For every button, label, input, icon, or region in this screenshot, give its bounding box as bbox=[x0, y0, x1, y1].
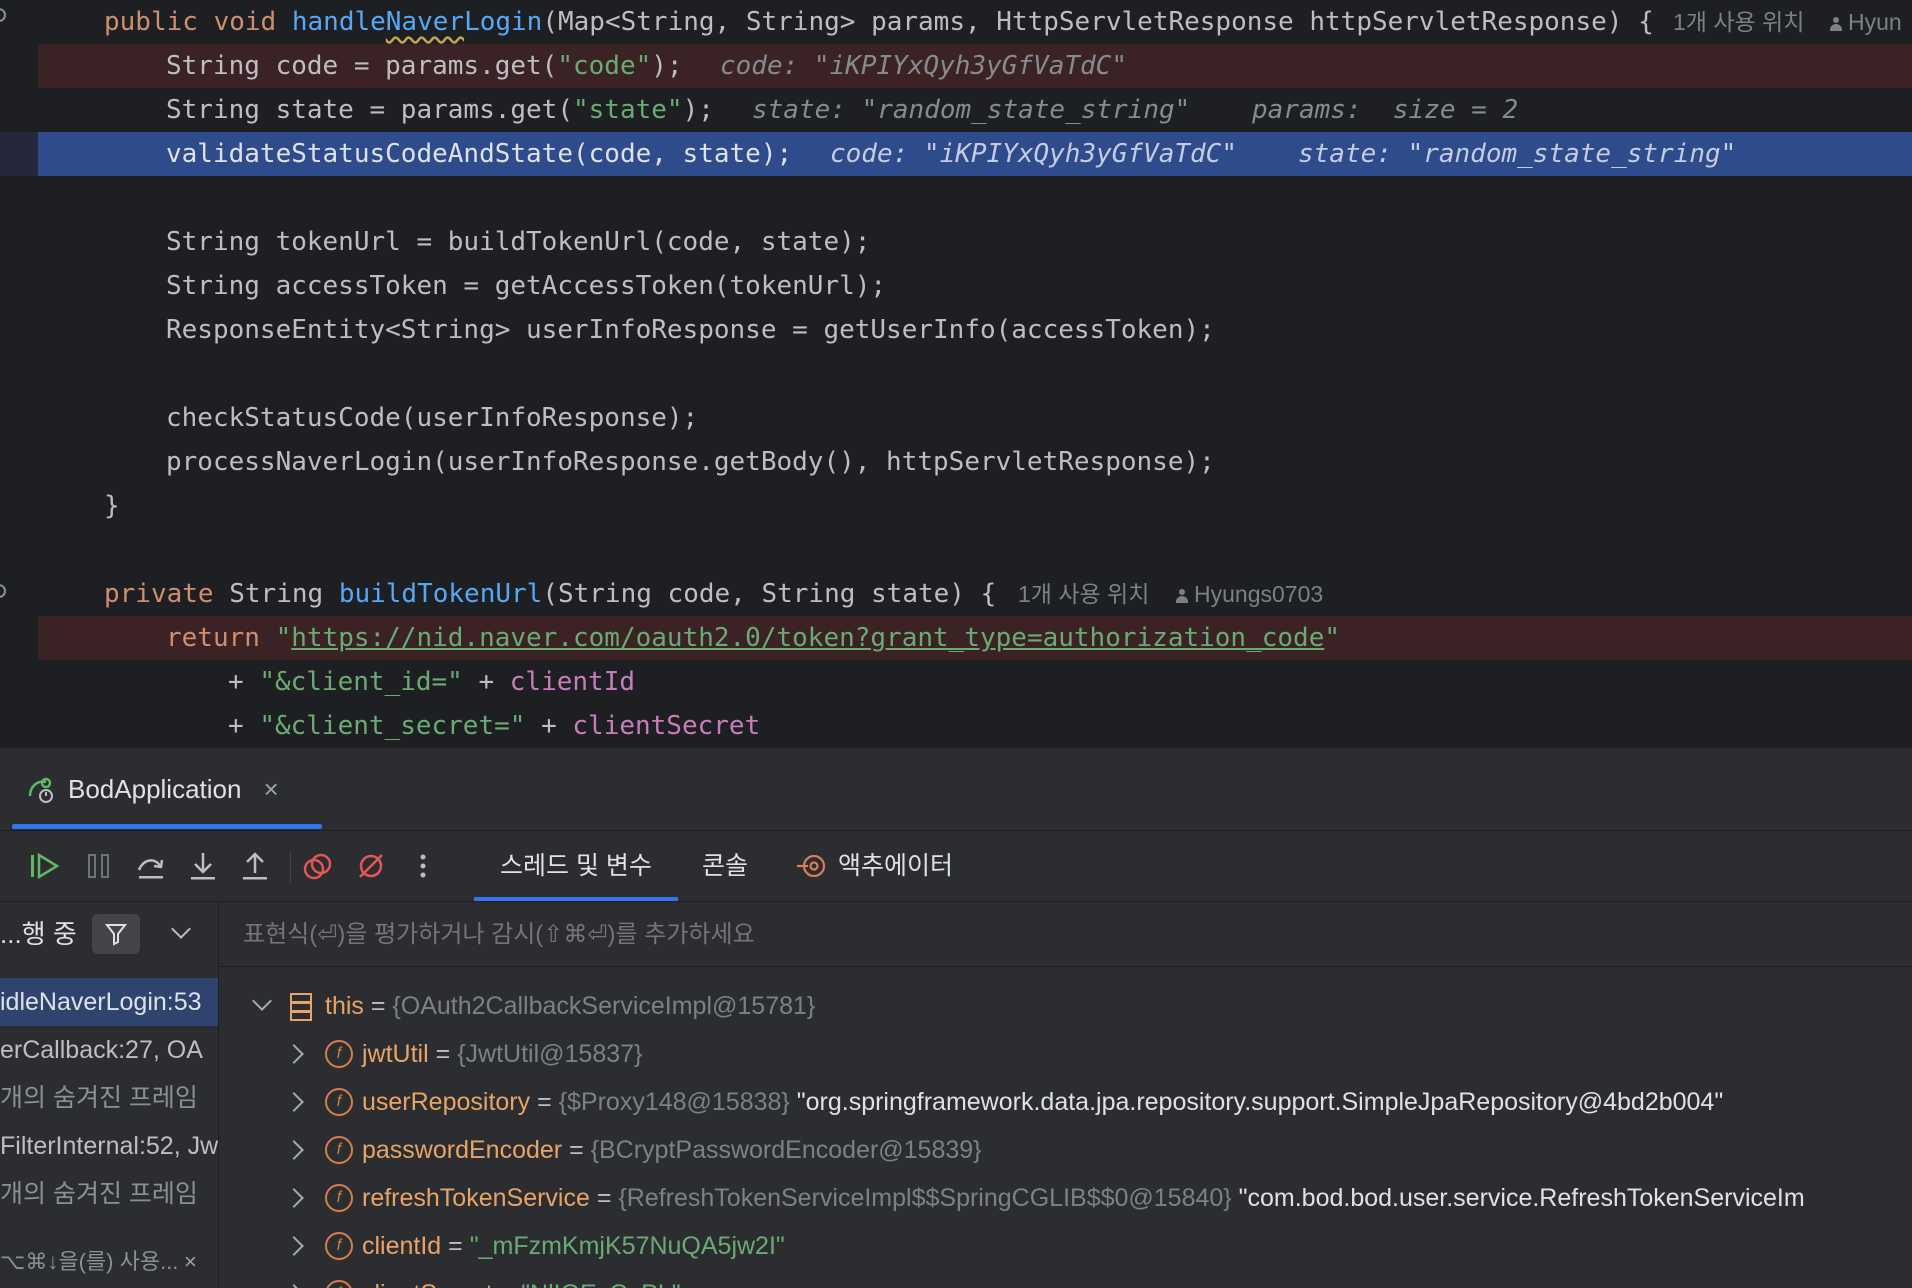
tab-actuator-label: 액추에이터 bbox=[838, 852, 954, 880]
person-icon bbox=[1830, 16, 1842, 31]
variable-row[interactable]: f refreshTokenService = {RefreshTokenSer… bbox=[219, 1174, 1912, 1222]
toolbar-separator bbox=[290, 851, 291, 883]
frames-header: ...행 중 bbox=[0, 902, 218, 966]
variable-row-this[interactable]: this = {OAuth2CallbackServiceImpl@15781} bbox=[219, 982, 1912, 1030]
person-icon bbox=[1176, 588, 1188, 603]
frame-item[interactable]: erCallback:27, OA bbox=[0, 1026, 203, 1074]
field-icon: f bbox=[325, 1136, 353, 1164]
editor-gutter[interactable] bbox=[0, 0, 36, 748]
close-icon[interactable]: × bbox=[263, 774, 278, 805]
close-icon[interactable]: × bbox=[184, 1238, 197, 1286]
chevron-right-icon[interactable] bbox=[284, 1092, 304, 1112]
code-line: String accessToken = getAccessToken(toke… bbox=[166, 271, 887, 301]
code-line: ResponseEntity<String> userInfoResponse … bbox=[166, 315, 1215, 345]
code-line-breakpoint: String code = params.get("code"); code: … bbox=[38, 44, 1912, 88]
inline-value: code: "iKPIYxQyh3yGfVaTdC" bbox=[720, 51, 1127, 81]
variables-panel: this = {OAuth2CallbackServiceImpl@15781}… bbox=[219, 902, 1912, 1288]
code-line: + "&client_id=" + clientId bbox=[228, 667, 636, 697]
variable-row[interactable]: f jwtUtil = {JwtUtil@15837} bbox=[219, 1030, 1912, 1078]
code-line: String state = params.get("state"); stat… bbox=[38, 88, 1912, 132]
field-icon: f bbox=[325, 1088, 353, 1116]
hidden-frames-item[interactable]: 개의 숨겨진 프레임 bbox=[0, 1170, 198, 1218]
code-line-breakpoint: return "https://nid.naver.com/oauth2.0/t… bbox=[38, 616, 1912, 660]
run-tab-bodapplication[interactable]: BodApplication × bbox=[26, 748, 279, 830]
active-tab-indicator bbox=[12, 824, 322, 829]
tab-actuator[interactable]: 액추에이터 bbox=[796, 831, 953, 901]
tab-threads-variables[interactable]: 스레드 및 변수 bbox=[474, 831, 678, 901]
chevron-right-icon[interactable] bbox=[284, 1044, 304, 1064]
inline-value: params: size = 2 bbox=[1252, 95, 1519, 125]
code-line: public void handleNaverLogin(Map<String,… bbox=[38, 0, 1912, 44]
code-line: + "&client_secret=" + clientSecret bbox=[228, 711, 761, 741]
run-tab-bar: BodApplication × bbox=[0, 748, 1912, 831]
evaluate-expression-input[interactable] bbox=[241, 902, 1645, 968]
tab-console[interactable]: 콘솔 bbox=[702, 831, 748, 901]
chevron-right-icon[interactable] bbox=[284, 1236, 304, 1256]
step-over-icon[interactable] bbox=[128, 843, 174, 889]
usage-hint[interactable]: 1개 사용 위치 bbox=[1018, 572, 1149, 616]
run-app-icon bbox=[28, 777, 53, 803]
inline-value: state: "random_state_string" bbox=[752, 95, 1191, 125]
field-icon: f bbox=[325, 1040, 353, 1068]
resume-icon[interactable] bbox=[22, 843, 68, 889]
inline-value: code: "iKPIYxQyh3yGfVaTdC" bbox=[830, 139, 1237, 169]
code-line: checkStatusCode(userInfoResponse); bbox=[166, 403, 699, 433]
usage-hint[interactable]: 1개 사용 위치 bbox=[1673, 0, 1804, 44]
variable-row[interactable]: f clientId = "_mFzmKmjK57NuQA5jw2I" bbox=[219, 1222, 1912, 1270]
filter-icon[interactable] bbox=[92, 914, 140, 954]
chevron-down-icon[interactable] bbox=[252, 991, 272, 1011]
chevron-right-icon[interactable] bbox=[284, 1284, 304, 1288]
run-tab-label: BodApplication bbox=[68, 773, 242, 804]
variable-row[interactable]: f passwordEncoder = {BCryptPasswordEncod… bbox=[219, 1126, 1912, 1174]
evaluate-bar bbox=[219, 902, 1912, 968]
variable-row[interactable]: f clientSecret = "NlIOExQyPL" bbox=[219, 1270, 1912, 1288]
variable-row[interactable]: f userRepository = {$Proxy148@15838} "or… bbox=[219, 1078, 1912, 1126]
view-breakpoints-icon[interactable] bbox=[296, 843, 342, 889]
thread-status[interactable]: ...행 중 bbox=[0, 902, 77, 966]
frame-item[interactable]: idleNaverLogin:53 bbox=[0, 978, 218, 1026]
debug-toolbar: 스레드 및 변수 콘솔 액추에이터 bbox=[0, 831, 1912, 902]
chevron-right-icon[interactable] bbox=[284, 1188, 304, 1208]
step-into-icon[interactable] bbox=[180, 843, 226, 889]
pause-icon[interactable] bbox=[76, 843, 122, 889]
mute-breakpoints-icon[interactable] bbox=[348, 843, 394, 889]
field-icon: f bbox=[325, 1184, 353, 1212]
more-icon[interactable] bbox=[400, 843, 446, 889]
debug-panel: BodApplication × 스레드 및 변수 콘솔 액추에이터 ...행 … bbox=[0, 748, 1912, 1288]
field-icon: f bbox=[325, 1232, 353, 1260]
frame-item[interactable]: FilterInternal:52, Jw bbox=[0, 1122, 218, 1170]
author-hint[interactable]: Hyungs0703 bbox=[1176, 572, 1323, 616]
step-out-icon[interactable] bbox=[232, 843, 278, 889]
field-icon: f bbox=[325, 1280, 353, 1288]
actuator-icon bbox=[797, 854, 826, 878]
inline-value: state: "random_state_string" bbox=[1298, 139, 1737, 169]
execution-point-gutter bbox=[0, 132, 38, 176]
object-icon bbox=[290, 993, 312, 1021]
shortcut-hint: ⌥⌘↓을(를) 사용... × bbox=[0, 1238, 197, 1286]
code-line: } bbox=[104, 491, 120, 521]
code-editor[interactable]: public void handleNaverLogin(Map<String,… bbox=[0, 0, 1912, 748]
code-line: String tokenUrl = buildTokenUrl(code, st… bbox=[166, 227, 871, 257]
code-line-execution-point: validateStatusCodeAndState(code, state);… bbox=[38, 132, 1912, 176]
hidden-frames-item[interactable]: 개의 숨겨진 프레임 bbox=[0, 1074, 198, 1122]
code-line: processNaverLogin(userInfoResponse.getBo… bbox=[166, 447, 1215, 477]
chevron-right-icon[interactable] bbox=[284, 1140, 304, 1160]
url-link[interactable]: https://nid.naver.com/oauth2.0/token?gra… bbox=[291, 623, 1324, 653]
code-line: private String buildTokenUrl(String code… bbox=[38, 572, 1912, 616]
author-hint[interactable]: Hyun bbox=[1830, 0, 1902, 44]
frames-panel: ...행 중 idleNaverLogin:53 erCallback:27, … bbox=[0, 902, 219, 1288]
chevron-down-icon[interactable] bbox=[171, 919, 191, 939]
